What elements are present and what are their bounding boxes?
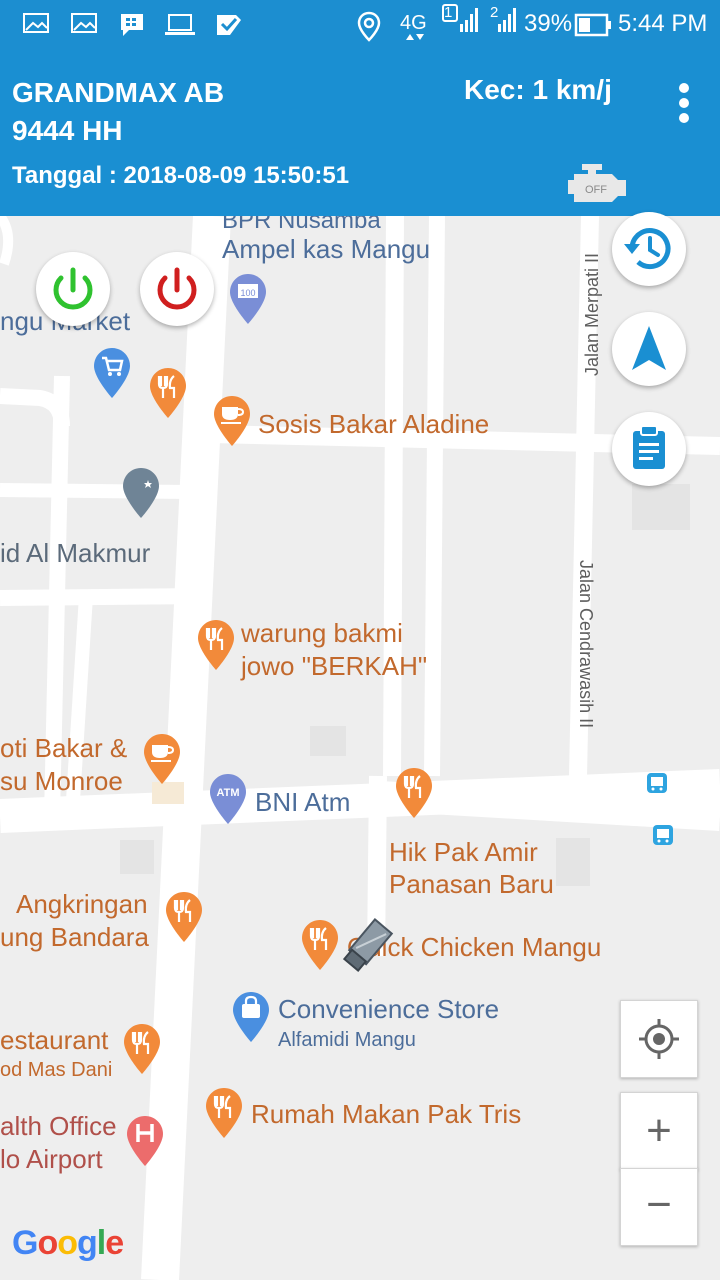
my-location-button[interactable] [620,1000,698,1078]
engine-on-button[interactable] [36,252,110,326]
engine-status-text: OFF [585,184,607,196]
poi-label: Hik Pak Amir [389,837,538,867]
zoom-in-button[interactable]: + [620,1092,698,1170]
navigation-arrow-icon [632,326,666,370]
google-logo: Google [12,1224,124,1262]
location-icon [357,11,381,42]
status-bar: 4G 1 2 39% 5:44 PM [0,0,720,50]
hospital-pin-icon[interactable] [125,1114,165,1168]
poi-label: alth Office [0,1111,117,1141]
crosshair-icon [639,1019,679,1059]
vehicle-marker-icon[interactable] [338,912,402,976]
bus-stop-icon[interactable] [646,772,668,794]
battery-icon [574,13,611,37]
laptop-icon [165,14,195,35]
overflow-menu-icon[interactable] [670,80,698,128]
poi-label: Alfamidi Mangu [278,1029,416,1051]
power-off-icon [157,267,197,310]
atm-pin-icon[interactable]: ATM [208,772,248,826]
poi-label: Sosis Bakar Aladine [258,409,490,439]
poi-label: Angkringan [16,889,148,919]
poi-label: jowo "BERKAH" [241,651,428,681]
vehicle-name: GRANDMAX AB 9444 HH [12,77,225,146]
poi-label: Convenience Store [278,994,500,1024]
poi-label: Ampel kas Mangu [222,234,431,264]
poi-label: Rumah Makan Pak Tris [251,1099,522,1129]
engine-off-button[interactable] [140,252,214,326]
data-arrows-icon [406,34,424,40]
clipboard-icon [633,425,665,469]
restaurant-pin-icon[interactable] [300,918,340,972]
navigate-button[interactable] [612,312,686,386]
restaurant-pin-icon[interactable] [148,366,188,420]
street-label: Jalan Merpati II [582,252,602,376]
restaurant-pin-icon[interactable] [204,1086,244,1140]
gallery-icon [71,13,97,33]
atm-badge-text: ATM [216,787,239,799]
poi-label: estaurant [0,1025,109,1055]
app-header: GRANDMAX AB 9444 HH Kec: 1 km/j Tanggal … [0,50,720,216]
bus-stop-icon[interactable] [652,824,674,846]
bank-badge-text: 100 [240,288,255,298]
poi-label: BNI Atm [255,787,351,817]
poi-label: oti Bakar & [0,733,128,763]
power-on-icon [53,267,93,310]
poi-label: Panasan Baru [389,869,554,899]
shopping-cart-pin-icon[interactable] [92,346,132,400]
poi-label: lo Airport [0,1144,103,1174]
poi-label: id Al Makmur [0,538,151,568]
restaurant-pin-icon[interactable] [196,618,236,672]
timestamp: Tanggal : 2018-08-09 15:50:51 [12,162,350,189]
cafe-pin-icon[interactable] [142,732,182,786]
poi-label: ung Bandara [0,922,149,952]
report-button[interactable] [612,412,686,486]
restaurant-pin-icon[interactable] [164,890,204,944]
restaurant-pin-icon[interactable] [394,766,434,820]
clock: 5:44 PM [618,10,708,37]
bbm-icon [121,14,143,36]
signal-icon [498,8,516,32]
speed-readout: Kec: 1 km/j [464,74,612,105]
battery-percent: 39% [524,10,573,37]
mosque-pin-icon[interactable] [121,466,161,520]
bank-pin-icon[interactable]: 100 [228,272,268,326]
gallery-icon [23,13,49,33]
engine-status-icon: OFF [568,164,626,202]
check-app-icon [217,15,241,35]
restaurant-pin-icon[interactable] [122,1022,162,1076]
shopping-bag-pin-icon[interactable] [231,990,271,1044]
poi-label: su Monroe [0,766,123,796]
signal-icon [442,4,478,32]
cafe-pin-icon[interactable] [212,394,252,448]
history-icon [624,228,671,270]
poi-label: warung bakmi [241,618,403,648]
history-button[interactable] [612,212,686,286]
zoom-out-button[interactable]: − [620,1168,698,1246]
poi-label: od Mas Dani [0,1059,113,1081]
street-label: Jalan Cendrawasih II [576,560,596,729]
